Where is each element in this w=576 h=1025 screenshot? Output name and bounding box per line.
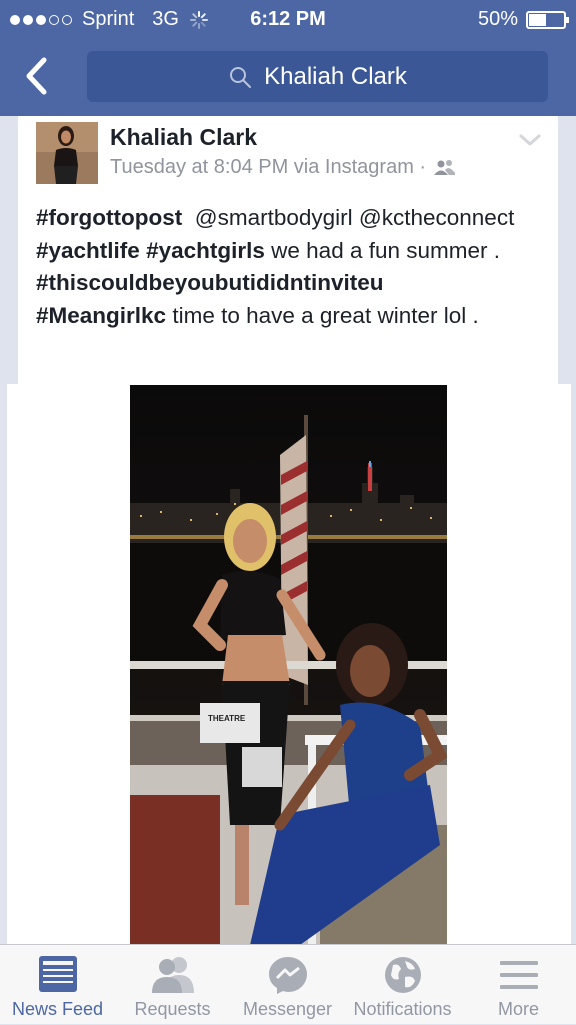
header: Sprint 3G 6:12 PM 50% Khaliah Clark bbox=[0, 0, 576, 116]
avatar[interactable] bbox=[36, 122, 98, 184]
post-body-text: we had a fun summer . bbox=[271, 237, 501, 263]
friends-icon bbox=[434, 159, 456, 175]
news-feed-icon bbox=[38, 956, 77, 992]
hashtag[interactable]: #Meangirlkc bbox=[36, 303, 166, 328]
tab-bar: News Feed Requests Messenger Notificatio… bbox=[0, 944, 576, 1024]
friend-requests-icon bbox=[151, 957, 194, 993]
chevron-down-icon[interactable] bbox=[518, 130, 542, 150]
mention[interactable]: @kctheconnect bbox=[359, 205, 514, 230]
globe-icon bbox=[384, 957, 421, 993]
hashtag[interactable]: #yachtlife bbox=[36, 238, 140, 263]
post-author[interactable]: Khaliah Clark bbox=[110, 124, 257, 151]
search-icon bbox=[230, 66, 252, 88]
tab-label: More bbox=[497, 999, 539, 1019]
post-body-text: time to have a great winter lol . bbox=[172, 302, 479, 328]
tab-more[interactable]: More bbox=[461, 945, 576, 1025]
search-field[interactable]: Khaliah Clark bbox=[87, 51, 548, 102]
post-text: #forgottopost @smartbodygirl @kctheconne… bbox=[36, 202, 546, 332]
menu-lines-icon bbox=[499, 961, 538, 989]
battery-icon bbox=[526, 10, 569, 29]
nav-bar: Khaliah Clark bbox=[0, 40, 576, 116]
tab-requests[interactable]: Requests bbox=[115, 945, 230, 1025]
post-card: Khaliah Clark Tuesday at 8:04 PM via Ins… bbox=[18, 116, 558, 384]
chevron-left-icon bbox=[26, 57, 47, 95]
tab-notifications[interactable]: Notifications bbox=[345, 945, 460, 1025]
hashtag[interactable]: #thiscouldbeyoubutididntinviteu bbox=[36, 270, 384, 295]
messenger-icon bbox=[268, 957, 307, 994]
search-query: Khaliah Clark bbox=[264, 62, 407, 90]
tab-news-feed[interactable]: News Feed bbox=[0, 945, 115, 1025]
tab-label: Notifications bbox=[353, 999, 452, 1019]
post-meta: Tuesday at 8:04 PM via Instagram · bbox=[110, 156, 456, 179]
post-timestamp[interactable]: Tuesday at 8:04 PM via Instagram · bbox=[110, 156, 426, 179]
back-button[interactable] bbox=[18, 54, 58, 98]
tab-messenger[interactable]: Messenger bbox=[230, 945, 345, 1025]
status-bar: Sprint 3G 6:12 PM 50% bbox=[0, 0, 576, 38]
post-photo[interactable]: THEATRE bbox=[130, 385, 447, 945]
hashtag[interactable]: #forgottopost bbox=[36, 205, 182, 230]
battery-percent: 50% bbox=[477, 8, 518, 30]
photo-sign-text: THEATRE bbox=[208, 714, 246, 723]
photo-container: THEATRE bbox=[7, 384, 571, 945]
hashtag[interactable]: #yachtgirls bbox=[146, 238, 265, 263]
mention[interactable]: @smartbodygirl bbox=[195, 205, 353, 230]
